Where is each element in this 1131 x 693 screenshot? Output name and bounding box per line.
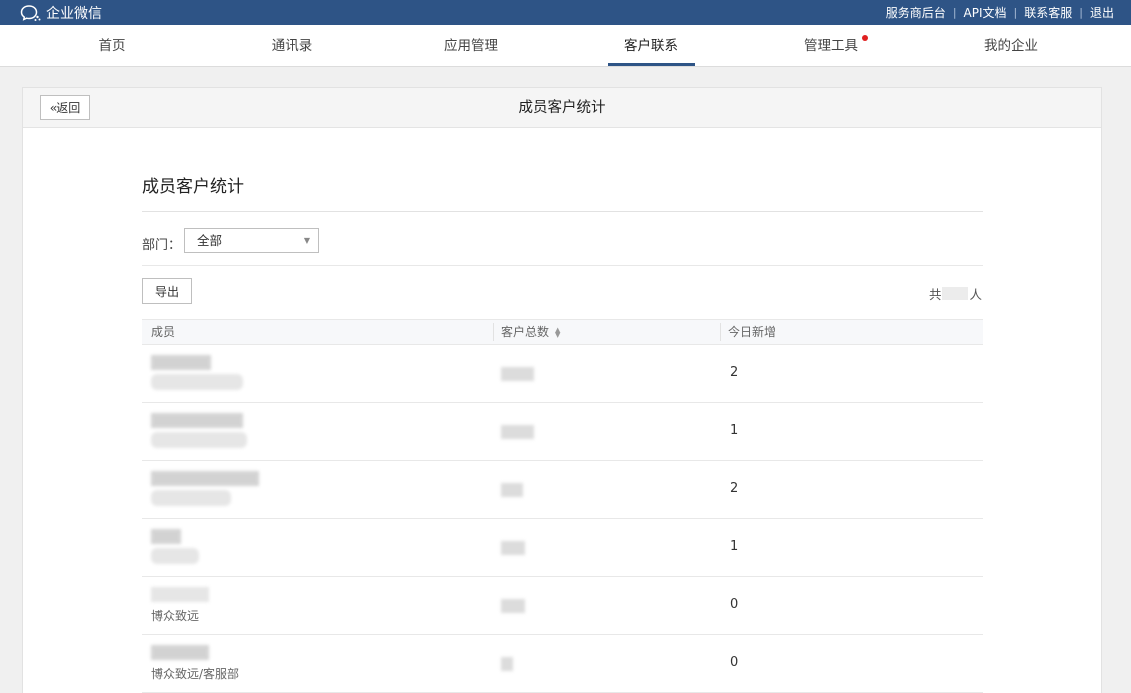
redacted-member-name — [151, 529, 181, 544]
table-row: 2 — [142, 345, 983, 403]
today-new-count: 0 — [730, 655, 739, 670]
logout-link[interactable]: 退出 — [1083, 4, 1121, 21]
total-suffix: 人 — [969, 287, 982, 302]
today-new-count: 2 — [730, 365, 739, 380]
panel-header: 成员客户统计 ‹‹ 返回 — [23, 88, 1101, 128]
today-new-count: 2 — [730, 481, 739, 496]
nav-my-enterprise[interactable]: 我的企业 — [961, 25, 1061, 67]
contact-support-link[interactable]: 联系客服 — [1017, 4, 1079, 21]
main-nav: 首页 通讯录 应用管理 客户联系 管理工具 我的企业 — [0, 25, 1131, 67]
nav-customer-contact[interactable]: 客户联系 — [601, 25, 701, 67]
department-label: 部门： — [142, 238, 182, 253]
brand[interactable]: 企业微信 — [20, 3, 102, 23]
service-provider-link[interactable]: 服务商后台 — [879, 4, 953, 21]
notification-dot — [862, 35, 868, 41]
divider — [142, 211, 983, 212]
header-total-customers-label: 客户总数 — [501, 325, 550, 339]
section-title: 成员客户统计 — [142, 177, 244, 197]
total-count: 共 人 — [929, 284, 982, 303]
total-prefix: 共 — [928, 287, 942, 302]
table-row: 博众致远 0 — [142, 577, 983, 635]
redacted-total — [501, 367, 534, 381]
department-selected-value: 全部 — [197, 233, 223, 248]
redacted-member-name — [151, 587, 209, 602]
redacted-member-name — [151, 645, 209, 660]
department-select[interactable]: 全部 ▼ — [184, 228, 319, 253]
top-bar: 企业微信 服务商后台 | API文档 | 联系客服 | 退出 — [0, 0, 1131, 25]
column-divider — [720, 323, 721, 341]
today-new-count: 0 — [730, 597, 739, 612]
redacted-department — [151, 548, 199, 564]
redacted-department — [151, 432, 247, 448]
export-button[interactable]: 导出 — [142, 278, 192, 304]
wecom-logo-icon — [20, 4, 41, 21]
today-new-count: 1 — [730, 423, 739, 438]
top-links: 服务商后台 | API文档 | 联系客服 | 退出 — [879, 4, 1121, 21]
brand-name: 企业微信 — [46, 5, 102, 22]
active-tab-indicator — [608, 63, 695, 66]
today-new-count: 1 — [730, 539, 739, 554]
table-header: 成员 客户总数 ▲ ▼ 今日新增 — [142, 319, 983, 345]
sort-icon[interactable]: ▲ ▼ — [555, 326, 560, 338]
nav-contacts[interactable]: 通讯录 — [242, 25, 342, 67]
redacted-department — [151, 374, 243, 390]
redacted-member-name — [151, 355, 211, 370]
double-chevron-left-icon: ‹‹ — [49, 100, 57, 115]
nav-app-management[interactable]: 应用管理 — [421, 25, 521, 67]
member-stats-table: 成员 客户总数 ▲ ▼ 今日新增 2 1 2 1 博众致远 0 博众致远/客服部… — [142, 319, 983, 693]
panel-title: 成员客户统计 — [518, 100, 606, 116]
nav-management-tools[interactable]: 管理工具 — [781, 25, 881, 67]
redacted-total — [501, 483, 523, 497]
table-row: 1 — [142, 403, 983, 461]
api-docs-link[interactable]: API文档 — [957, 4, 1014, 21]
header-total-customers[interactable]: 客户总数 ▲ ▼ — [501, 320, 560, 344]
redacted-total — [501, 541, 525, 555]
redacted-total — [501, 657, 513, 671]
table-row: 2 — [142, 461, 983, 519]
content-panel: 成员客户统计 ‹‹ 返回 成员客户统计 部门： 全部 ▼ 导出 共 人 成员 客… — [22, 87, 1102, 693]
member-department: 博众致远/客服部 — [151, 667, 240, 681]
redacted-total — [501, 425, 534, 439]
table-row: 1 — [142, 519, 983, 577]
column-divider — [493, 323, 494, 341]
dropdown-arrow-icon: ▼ — [303, 236, 310, 245]
header-member: 成员 — [151, 325, 176, 339]
redacted-count — [942, 287, 969, 300]
redacted-member-name — [151, 413, 243, 428]
header-today-new: 今日新增 — [728, 325, 777, 339]
nav-home[interactable]: 首页 — [62, 25, 162, 67]
redacted-total — [501, 599, 525, 613]
back-button[interactable]: ‹‹ 返回 — [40, 95, 90, 120]
back-label: 返回 — [56, 101, 81, 115]
redacted-member-name — [151, 471, 259, 486]
table-row: 博众致远/客服部 0 — [142, 635, 983, 693]
member-department: 博众致远 — [151, 609, 200, 623]
redacted-department — [151, 490, 231, 506]
divider — [142, 265, 983, 266]
